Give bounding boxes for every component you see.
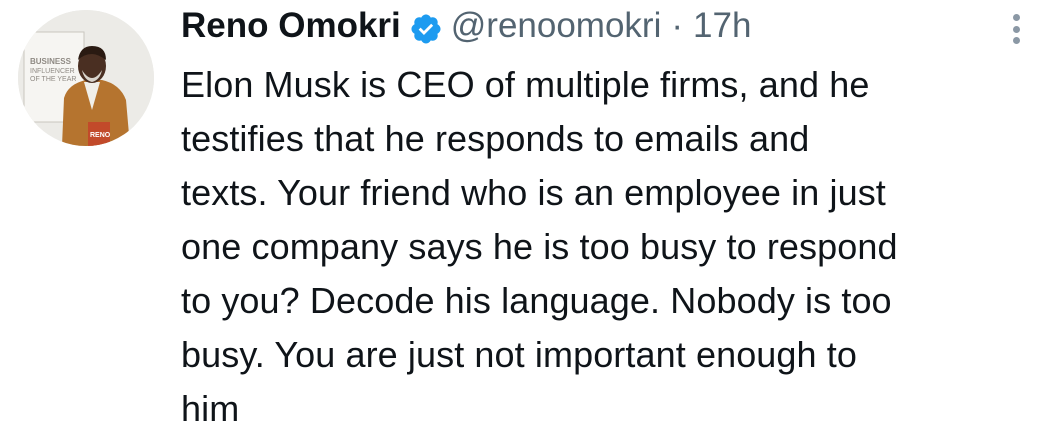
tweet-header: Reno Omokri @renoomokri · 17h [181, 0, 1031, 52]
tweet-content: Reno Omokri @renoomokri · 17h Elon Musk … [181, 0, 1031, 436]
display-name[interactable]: Reno Omokri [181, 0, 401, 52]
avatar-badge-line-3: OF THE YEAR [30, 76, 76, 83]
more-options-icon[interactable] [1009, 14, 1023, 44]
avatar[interactable]: BUSINESS INFLUENCER OF THE YEAR RENO [18, 10, 154, 146]
tweet-card: BUSINESS INFLUENCER OF THE YEAR RENO Ren… [0, 0, 1047, 445]
tweet-text-line: busy. You are just not important enough … [181, 334, 858, 375]
tweet-text: Elon Musk is CEO of multiple firms, and … [181, 58, 1031, 436]
tweet-text-line: one company says he is too busy to respo… [181, 226, 898, 267]
tweet-text-line: Elon Musk is CEO of multiple firms, and … [181, 64, 870, 105]
more-dot [1012, 14, 1020, 21]
verified-badge-icon [409, 9, 443, 44]
tweet-text-line: testifies that he responds to emails and [181, 118, 810, 159]
timestamp[interactable]: 17h [693, 0, 751, 52]
tweet-text-line: him [181, 388, 240, 429]
avatar-image: BUSINESS INFLUENCER OF THE YEAR RENO [18, 10, 154, 146]
user-handle[interactable]: @renoomokri [451, 0, 662, 52]
avatar-badge-line-1: BUSINESS [30, 57, 72, 66]
tweet-text-line: texts. Your friend who is an employee in… [181, 172, 886, 213]
tweet-text-line: to you? Decode his language. Nobody is t… [181, 280, 892, 321]
avatar-signature: RENO [90, 132, 111, 139]
avatar-badge-line-2: INFLUENCER [30, 68, 75, 75]
more-dot [1012, 25, 1020, 33]
more-dot [1012, 37, 1020, 44]
separator-dot: · [671, 6, 684, 45]
